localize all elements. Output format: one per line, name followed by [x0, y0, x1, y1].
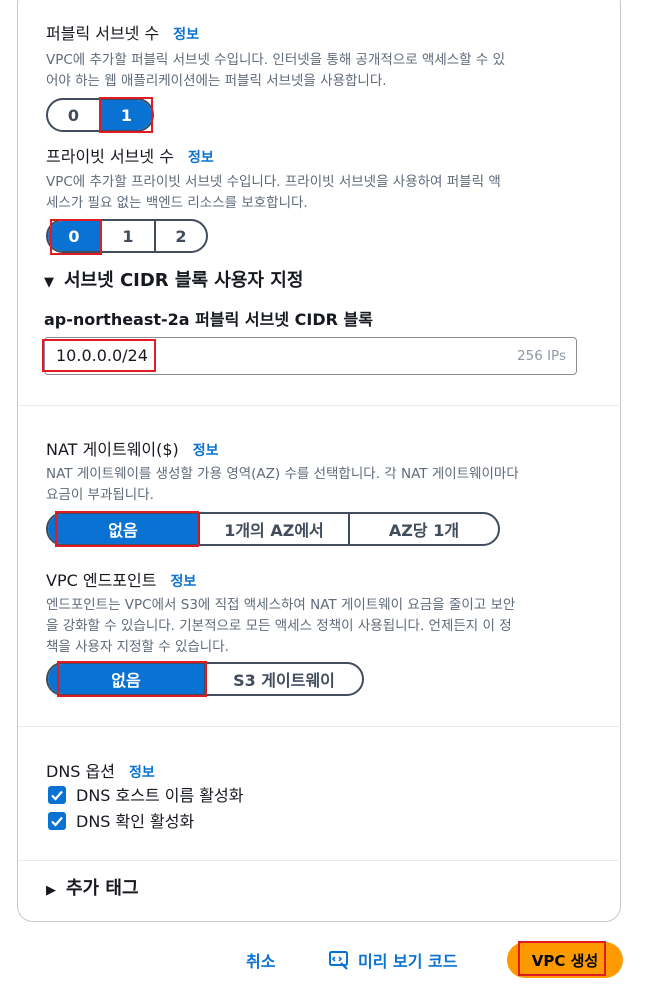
nat-label: NAT 게이트웨이($) — [46, 440, 179, 459]
checkbox-checked-icon[interactable] — [48, 812, 66, 830]
public-subnets-description: VPC에 추가할 퍼블릭 서브넷 수입니다. 인터넷을 통해 공개적으로 액세스… — [46, 50, 505, 92]
cidr-ip-count: 256 IPs — [517, 348, 566, 364]
endpoint-description: 엔드포인트는 VPC에서 S3에 직접 액세스하여 NAT 게이트웨이 요금을 … — [46, 595, 515, 658]
dns-hostnames-label: DNS 호스트 이름 활성화 — [76, 786, 244, 805]
nat-info-link[interactable]: 정보 — [193, 443, 219, 459]
preview-code-icon — [328, 949, 350, 975]
section-divider — [18, 405, 621, 406]
private-subnets-desc-line1: VPC에 추가할 프라이빗 서브넷 수입니다. 프라이빗 서브넷을 사용하여 퍼… — [46, 174, 501, 190]
section-divider — [18, 860, 621, 861]
private-subnets-label: 프라이빗 서브넷 수 — [46, 147, 174, 166]
endpoint-option-s3[interactable]: S3 게이트웨이 — [206, 664, 362, 694]
caret-right-icon: ▶ — [46, 883, 56, 898]
dns-resolution-option[interactable]: DNS 확인 활성화 — [48, 808, 194, 832]
private-subnets-description: VPC에 추가할 프라이빗 서브넷 수입니다. 프라이빗 서브넷을 사용하여 퍼… — [46, 172, 501, 214]
caret-down-icon: ▼ — [44, 275, 54, 290]
tags-toggle-label: 추가 태그 — [66, 878, 139, 899]
nat-description: NAT 게이트웨이를 생성할 가용 영역(AZ) 수를 선택합니다. 각 NAT… — [46, 464, 519, 506]
cidr-field-label: ap-northeast-2a 퍼블릭 서브넷 CIDR 블록 — [44, 310, 373, 329]
public-subnets-segmented-control: 0 1 — [46, 98, 154, 132]
nat-option-one-az[interactable]: 1개의 AZ에서 — [200, 514, 350, 544]
section-divider — [18, 726, 621, 727]
public-subnets-desc-line2: 어야 하는 웹 애플리케이션에는 퍼블릭 서브넷을 사용합니다. — [46, 73, 387, 89]
preview-code-label: 미리 보기 코드 — [358, 952, 458, 971]
private-subnets-option-1[interactable]: 1 — [102, 221, 156, 251]
preview-code-button[interactable]: 미리 보기 코드 — [328, 948, 457, 975]
public-subnets-option-1[interactable]: 1 — [101, 100, 152, 130]
endpoint-segmented-control: 없음 S3 게이트웨이 — [46, 662, 364, 696]
public-subnets-info-link[interactable]: 정보 — [173, 27, 199, 43]
endpoint-desc-line1: 엔드포인트는 VPC에서 S3에 직접 액세스하여 NAT 게이트웨이 요금을 … — [46, 597, 516, 613]
cidr-toggle-label: 서브넷 CIDR 블록 사용자 지정 — [64, 270, 304, 291]
tags-expand-toggle[interactable]: ▶ 추가 태그 — [46, 874, 139, 900]
dns-hostnames-option[interactable]: DNS 호스트 이름 활성화 — [48, 782, 243, 806]
endpoint-label: VPC 엔드포인트 — [46, 571, 157, 590]
public-subnets-desc-line1: VPC에 추가할 퍼블릭 서브넷 수입니다. 인터넷을 통해 공개적으로 액세스… — [46, 52, 506, 68]
private-subnets-heading: 프라이빗 서브넷 수 정보 — [46, 143, 214, 167]
nat-option-none[interactable]: 없음 — [48, 514, 200, 544]
private-subnets-info-link[interactable]: 정보 — [188, 150, 214, 166]
nat-segmented-control: 없음 1개의 AZ에서 AZ당 1개 — [46, 512, 500, 546]
dns-heading: DNS 옵션 정보 — [46, 758, 155, 782]
create-vpc-button[interactable]: VPC 생성 — [507, 942, 623, 978]
private-subnets-desc-line2: 세스가 필요 없는 백엔드 리소스를 보호합니다. — [46, 195, 308, 211]
endpoint-heading: VPC 엔드포인트 정보 — [46, 567, 196, 591]
nat-option-per-az[interactable]: AZ당 1개 — [350, 514, 498, 544]
nat-heading: NAT 게이트웨이($) 정보 — [46, 436, 219, 460]
dns-info-link[interactable]: 정보 — [129, 765, 155, 781]
private-subnets-segmented-control: 0 1 2 — [46, 219, 208, 253]
public-subnets-label: 퍼블릭 서브넷 수 — [46, 24, 160, 43]
private-subnets-option-2[interactable]: 2 — [156, 221, 206, 251]
cidr-input[interactable]: 10.0.0.0/24 256 IPs — [44, 337, 577, 375]
dns-label: DNS 옵션 — [46, 762, 115, 781]
nat-desc-line2: 요금이 부과됩니다. — [46, 487, 154, 503]
endpoint-info-link[interactable]: 정보 — [170, 574, 196, 590]
cidr-input-value: 10.0.0.0/24 — [56, 346, 148, 365]
endpoint-option-none[interactable]: 없음 — [48, 664, 206, 694]
checkbox-checked-icon[interactable] — [48, 786, 66, 804]
endpoint-desc-line2: 을 강화할 수 있습니다. 기본적으로 모든 액세스 정책이 사용됩니다. 언제… — [46, 618, 512, 634]
cancel-button[interactable]: 취소 — [246, 948, 275, 972]
endpoint-desc-line3: 책을 사용자 지정할 수 있습니다. — [46, 639, 229, 655]
nat-desc-line1: NAT 게이트웨이를 생성할 가용 영역(AZ) 수를 선택합니다. 각 NAT… — [46, 466, 519, 482]
private-subnets-option-0[interactable]: 0 — [48, 221, 102, 251]
public-subnets-heading: 퍼블릭 서브넷 수 정보 — [46, 20, 199, 44]
public-subnets-option-0[interactable]: 0 — [48, 100, 101, 130]
cidr-expand-toggle[interactable]: ▼ 서브넷 CIDR 블록 사용자 지정 — [44, 266, 303, 292]
dns-resolution-label: DNS 확인 활성화 — [76, 812, 195, 831]
